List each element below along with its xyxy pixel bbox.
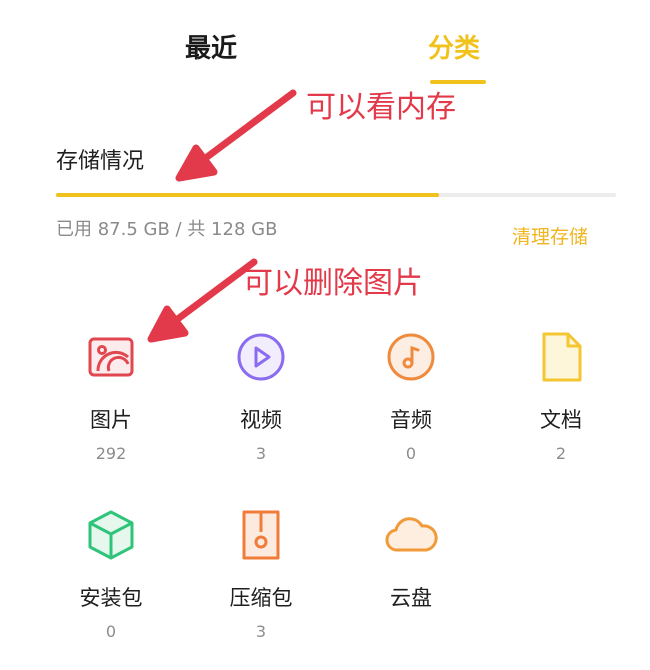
category-count: 0 (405, 444, 417, 463)
category-apk-packages[interactable]: 安装包 0 (36, 508, 186, 641)
image-icon (88, 337, 134, 377)
category-images[interactable]: 图片 292 (36, 330, 186, 463)
category-count: 2 (555, 444, 567, 463)
storage-progress-bar (56, 193, 616, 197)
category-audio[interactable]: 音频 0 (336, 330, 486, 463)
category-label: 文档 (540, 408, 582, 432)
category-count: 0 (105, 622, 117, 641)
annotation-text-delete-photos: 可以删除图片 (243, 266, 423, 301)
zip-archive-icon (242, 510, 280, 560)
annotation-arrow-1-line (199, 89, 297, 164)
storage-usage-text: 已用 87.5 GB / 共 128 GB (56, 219, 278, 240)
clean-storage-button[interactable]: 清理存储 (512, 222, 588, 249)
category-label: 音频 (390, 408, 432, 432)
category-label: 图片 (90, 408, 132, 432)
category-label: 安装包 (79, 586, 143, 610)
annotation-text-memory: 可以看内存 (306, 90, 456, 125)
category-count: 292 (95, 444, 127, 463)
category-videos[interactable]: 视频 3 (186, 330, 336, 463)
category-count: 3 (255, 444, 267, 463)
document-icon (542, 332, 582, 382)
category-label: 云盘 (390, 586, 432, 610)
storage-progress-fill (56, 193, 440, 197)
category-documents[interactable]: 文档 2 (486, 330, 636, 463)
music-icon (387, 333, 435, 381)
category-label: 视频 (240, 408, 282, 432)
storage-title: 存储情况 (56, 149, 145, 174)
category-count: 3 (255, 622, 267, 641)
package-cube-icon (88, 510, 134, 560)
category-cloud-drive[interactable]: 云盘 (336, 508, 486, 612)
cloud-icon (385, 517, 438, 552)
category-label: 压缩包 (229, 586, 293, 610)
category-archives[interactable]: 压缩包 3 (186, 508, 336, 641)
video-play-icon (237, 333, 285, 381)
